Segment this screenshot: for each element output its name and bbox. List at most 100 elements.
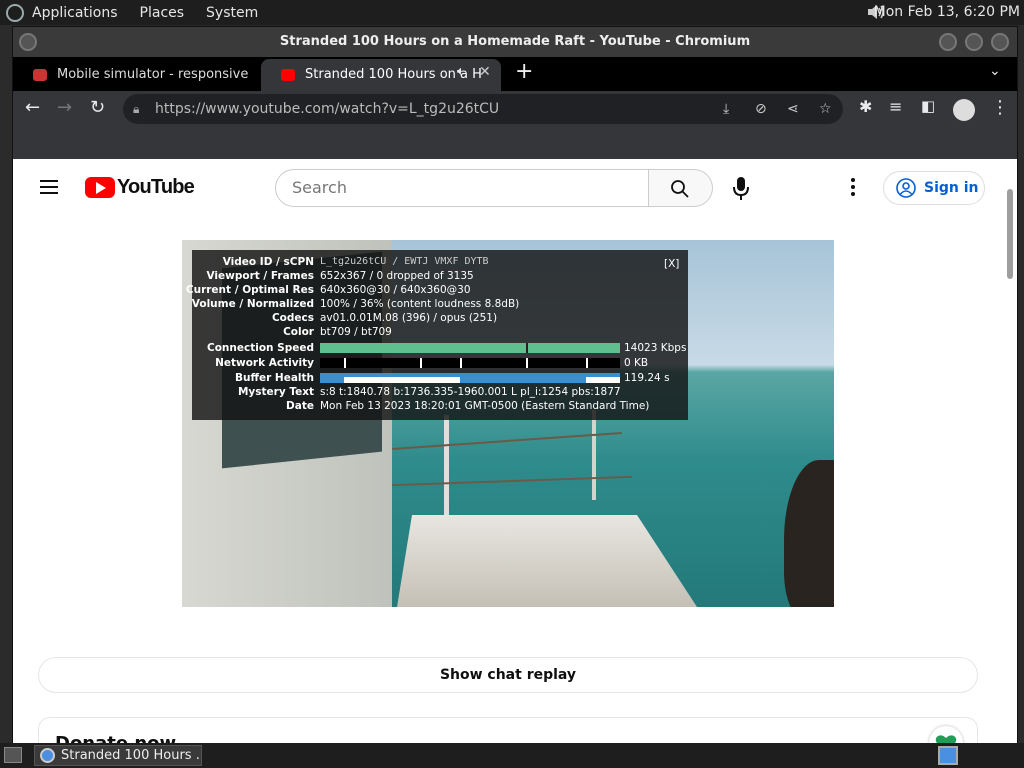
- video-frame-post: [444, 415, 449, 525]
- stats-label: Viewport / Frames: [206, 270, 314, 282]
- stats-label: Color: [283, 326, 314, 338]
- stats-row: Viewport / Frames 652x367 / 0 dropped of…: [192, 269, 688, 283]
- stats-row: Mystery Text s:8 t:1840.78 b:1736.335-19…: [192, 385, 688, 399]
- stats-for-nerds-panel: [X] Video ID / sCPN L_tg2u26tCU / EWTJ V…: [186, 250, 688, 420]
- show-chat-replay-button[interactable]: Show chat replay: [38, 657, 978, 693]
- stats-label: Connection Speed: [206, 342, 314, 354]
- maximize-button[interactable]: [965, 33, 983, 51]
- youtube-logo[interactable]: YouTube: [85, 175, 195, 198]
- show-desktop-icon[interactable]: [4, 747, 22, 763]
- youtube-header: YouTube Search Sign in: [13, 159, 1003, 215]
- stats-value: 119.24 s: [624, 372, 670, 384]
- stats-value: 640x360@30 / 640x360@30: [320, 284, 471, 296]
- tab-search-chevron-icon[interactable]: ⌄: [989, 63, 1001, 79]
- back-icon[interactable]: ←: [25, 97, 40, 118]
- stats-row: Color bt709 / bt709: [192, 325, 688, 339]
- menu-system[interactable]: System: [206, 5, 258, 21]
- youtube-wordmark: YouTube: [117, 175, 195, 198]
- video-player[interactable]: [X] Video ID / sCPN L_tg2u26tCU / EWTJ V…: [182, 240, 834, 607]
- stats-label: Current / Optimal Res: [185, 284, 314, 296]
- tab-label: Stranded 100 Hours on a H: [305, 67, 482, 82]
- stats-value: s:8 t:1840.78 b:1736.335-1960.001 L pl_i…: [320, 386, 621, 398]
- window-title-text: Stranded 100 Hours on a Homemade Raft - …: [279, 34, 751, 49]
- lock-icon[interactable]: 🔒︎: [133, 94, 139, 124]
- favicon-icon: [33, 69, 47, 81]
- stats-label: Network Activity: [215, 357, 314, 369]
- stats-value: 14023 Kbps: [624, 342, 687, 354]
- minimize-button[interactable]: [939, 33, 957, 51]
- microphone-icon[interactable]: [729, 175, 753, 201]
- taskbar-item-label: Stranded 100 Hours ...: [61, 748, 202, 763]
- reload-icon[interactable]: ↻: [90, 97, 105, 118]
- extensions-icon[interactable]: ✱: [859, 97, 872, 116]
- stats-row: Buffer Health 119.24 s: [192, 371, 688, 385]
- close-window-button[interactable]: [991, 33, 1009, 51]
- stats-value: av01.0.01M.08 (396) / opus (251): [320, 312, 498, 324]
- stats-value: bt709 / bt709: [320, 326, 392, 338]
- install-app-icon[interactable]: ⤓: [723, 94, 729, 124]
- video-frame-post: [592, 410, 596, 500]
- menu-applications[interactable]: Applications: [32, 5, 118, 21]
- window-menu-button[interactable]: [19, 33, 37, 51]
- new-tab-icon[interactable]: +: [515, 59, 533, 84]
- gnome-foot-icon[interactable]: [6, 3, 24, 22]
- stats-row: Codecs av01.0.01M.08 (396) / opus (251): [192, 311, 688, 325]
- page-scrollbar[interactable]: [1007, 189, 1013, 279]
- sign-in-button[interactable]: Sign in: [883, 171, 985, 205]
- connection-speed-graph: [320, 343, 620, 353]
- tab-mobile-simulator[interactable]: Mobile simulator - responsive: [13, 59, 257, 91]
- chromium-icon: [40, 748, 55, 763]
- profile-avatar-icon[interactable]: [953, 99, 975, 121]
- donate-heart-icon[interactable]: [929, 726, 963, 744]
- bookmark-bar: [13, 129, 1017, 159]
- web-page: YouTube Search Sign in [X] Video ID / sC…: [13, 159, 1017, 744]
- youtube-play-icon: [85, 176, 115, 198]
- account-icon: [896, 178, 916, 198]
- taskbar-window-item[interactable]: Stranded 100 Hours ...: [34, 745, 202, 766]
- audio-playing-icon[interactable]: 🔈︎: [457, 64, 465, 79]
- share-icon[interactable]: ⋖: [787, 94, 799, 124]
- stats-row: Video ID / sCPN L_tg2u26tCU / EWTJ VMXF …: [192, 255, 688, 269]
- sign-in-label: Sign in: [924, 180, 979, 196]
- search-input[interactable]: Search: [275, 169, 649, 207]
- url-text: https://www.youtube.com/watch?v=L_tg2u26…: [155, 101, 500, 117]
- video-frame-rope: [392, 431, 622, 451]
- browser-window: Stranded 100 Hours on a Homemade Raft - …: [12, 26, 1018, 744]
- stats-value: 100% / 36% (content loudness 8.8dB): [320, 298, 520, 310]
- more-options-icon[interactable]: [849, 177, 857, 197]
- stats-value: 652x367 / 0 dropped of 3135: [320, 270, 474, 282]
- donate-shelf: Donate now: [38, 717, 978, 744]
- video-frame-person: [784, 460, 834, 607]
- bookmark-star-icon[interactable]: ☆: [819, 94, 832, 124]
- browser-menu-icon[interactable]: ⋮: [991, 97, 1009, 118]
- stats-value: Mon Feb 13 2023 18:20:01 GMT-0500 (Easte…: [320, 400, 650, 412]
- stats-label: Video ID / sCPN: [222, 256, 314, 268]
- stats-row: Date Mon Feb 13 2023 18:20:01 GMT-0500 (…: [192, 399, 688, 413]
- close-tab-icon[interactable]: ✕: [479, 64, 491, 80]
- top-panel: Applications Places System Mon Feb 13, 6…: [0, 0, 1024, 25]
- tab-label: Mobile simulator - responsive: [57, 67, 249, 82]
- stats-label: Date: [286, 400, 314, 412]
- stats-row: Network Activity 0 KB: [192, 356, 688, 370]
- browser-toolbar: ← → ↻ 🔒︎ https://www.youtube.com/watch?v…: [13, 91, 1017, 129]
- clock[interactable]: Mon Feb 13, 6:20 PM: [874, 4, 1020, 20]
- network-activity-graph: [320, 358, 620, 368]
- address-bar[interactable]: 🔒︎ https://www.youtube.com/watch?v=L_tg2…: [123, 94, 843, 124]
- stats-row: Current / Optimal Res 640x360@30 / 640x3…: [186, 283, 688, 297]
- tracking-blocked-icon[interactable]: ⊘: [755, 94, 767, 124]
- search-button[interactable]: [649, 169, 713, 207]
- window-title: Stranded 100 Hours on a Homemade Raft - …: [13, 27, 1017, 57]
- workspace-switcher-icon[interactable]: [938, 746, 958, 765]
- media-controls-icon[interactable]: ≡: [889, 97, 902, 116]
- side-panel-icon[interactable]: ◧: [921, 97, 935, 115]
- stats-value: L_tg2u26tCU / EWTJ VMXF DYTB: [320, 256, 489, 267]
- buffer-health-graph: [320, 373, 620, 383]
- forward-icon[interactable]: →: [57, 97, 72, 118]
- tab-youtube[interactable]: Stranded 100 Hours on a H: [261, 59, 501, 91]
- stats-row: Volume / Normalized 100% / 36% (content …: [192, 297, 688, 311]
- search-icon: [671, 180, 689, 198]
- stats-label: Mystery Text: [237, 386, 314, 398]
- menu-places[interactable]: Places: [140, 5, 185, 21]
- tab-strip: Mobile simulator - responsive ✕ Stranded…: [13, 57, 1017, 110]
- hamburger-menu-icon[interactable]: [40, 176, 58, 198]
